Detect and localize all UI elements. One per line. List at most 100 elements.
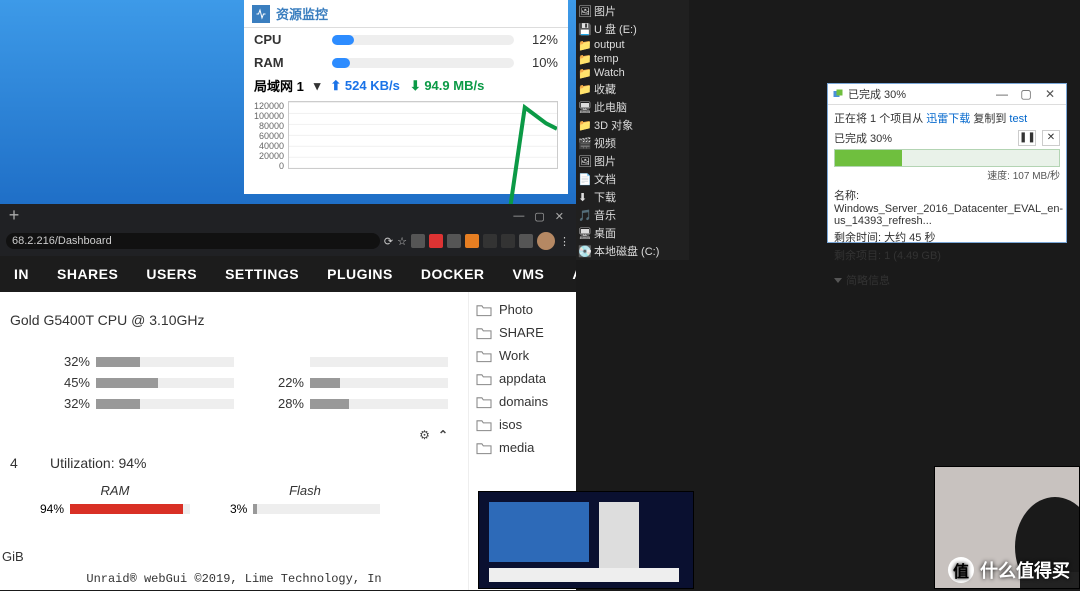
- tree-label: 图片: [594, 3, 616, 19]
- tree-item[interactable]: 🖥此电脑: [578, 98, 687, 116]
- folder-label: domains: [499, 394, 548, 409]
- tree-item[interactable]: 📁Watch: [578, 66, 687, 80]
- window-minimize-button[interactable]: —: [990, 87, 1014, 101]
- folder-label: Photo: [499, 302, 533, 317]
- core-load-bar: [310, 399, 448, 409]
- share-folder-appdata[interactable]: appdata: [475, 367, 576, 390]
- detail-toggle[interactable]: 简略信息: [834, 270, 1060, 290]
- video-pip-thumbnail: [478, 491, 694, 589]
- nav-vms[interactable]: VMS: [499, 256, 559, 292]
- explorer-nav-tree[interactable]: 🖼图片💾U 盘 (E:)📁output📁temp📁Watch📁收藏🖥此电脑📁3D…: [576, 0, 689, 260]
- menu-icon[interactable]: ⋮: [559, 235, 570, 248]
- pause-button[interactable]: ❚❚: [1018, 130, 1036, 146]
- extension-icon[interactable]: [519, 234, 533, 248]
- tree-label: 本地磁盘 (C:): [594, 243, 659, 259]
- nav-plugins[interactable]: PLUGINS: [313, 256, 407, 292]
- desk-icon: 🖥: [578, 227, 590, 239]
- ram-label: RAM: [254, 55, 332, 70]
- share-folder-media[interactable]: media: [475, 436, 576, 459]
- tree-item[interactable]: 💾U 盘 (E:): [578, 20, 687, 38]
- tree-item[interactable]: 📁3D 对象: [578, 116, 687, 134]
- extension-icon[interactable]: [429, 234, 443, 248]
- fld-icon: 📁: [578, 83, 590, 95]
- time-remaining: 剩余时间: 大约 45 秒: [834, 228, 1060, 246]
- core-load-bar: [96, 378, 234, 388]
- chevron-down-icon[interactable]: ▾: [314, 78, 321, 94]
- nav-shares[interactable]: SHARES: [43, 256, 132, 292]
- gib-label: GiB: [0, 547, 26, 566]
- tree-item[interactable]: 🖼 图片: [578, 2, 687, 20]
- extension-icon[interactable]: [447, 234, 461, 248]
- window-close-button[interactable]: ✕: [555, 210, 564, 223]
- core-load-pct: 28%: [240, 396, 304, 411]
- extension-icon[interactable]: [411, 234, 425, 248]
- pic-icon: 🖼: [578, 5, 590, 17]
- tree-item[interactable]: 🎬视频: [578, 134, 687, 152]
- tree-item[interactable]: 🖼图片: [578, 152, 687, 170]
- watermark: 值 什么值得买: [948, 557, 1070, 583]
- nav-docker[interactable]: DOCKER: [407, 256, 499, 292]
- source-folder-link[interactable]: 迅雷下载: [926, 113, 970, 125]
- nav-users[interactable]: USERS: [132, 256, 211, 292]
- tree-item[interactable]: 🎵音乐: [578, 206, 687, 224]
- nav-in[interactable]: IN: [0, 256, 43, 292]
- share-folder-domains[interactable]: domains: [475, 390, 576, 413]
- nav-settings[interactable]: SETTINGS: [211, 256, 313, 292]
- tree-label: 3D 对象: [594, 117, 633, 133]
- profile-avatar[interactable]: [537, 232, 555, 250]
- folder-label: SHARE: [499, 325, 544, 340]
- dialog-titlebar[interactable]: 已完成 30% — ▢ ✕: [828, 84, 1066, 105]
- activity-monitor-icon: [252, 5, 270, 23]
- core-load-pct: 32%: [26, 354, 90, 369]
- tree-label: output: [594, 39, 625, 51]
- cancel-button[interactable]: ✕: [1042, 130, 1060, 146]
- tree-item[interactable]: 📁收藏: [578, 80, 687, 98]
- dest-folder-link[interactable]: test: [1009, 113, 1027, 125]
- copy-progress-dialog: 已完成 30% — ▢ ✕ 正在将 1 个项目从 迅雷下载 复制到 test 已…: [827, 83, 1067, 243]
- gear-icon[interactable]: ⚙: [419, 428, 430, 442]
- tree-item[interactable]: 📁output: [578, 38, 687, 52]
- utilization-label: Utilization: 94%: [40, 451, 157, 475]
- nav-apps[interactable]: APPS: [558, 256, 576, 292]
- chart-y-axis: 120000100000800006000040000200000: [254, 101, 288, 169]
- ram-usage: RAM 94%: [40, 483, 190, 516]
- progress-bar: [834, 149, 1060, 167]
- doc-icon: 📄: [578, 173, 590, 185]
- unraid-nav: INSHARESUSERSSETTINGSPLUGINSDOCKERVMSAPP…: [0, 256, 576, 292]
- collapse-icon[interactable]: ⌃: [438, 428, 448, 442]
- extension-icon[interactable]: [465, 234, 479, 248]
- ram-pct: 94%: [40, 502, 64, 516]
- dl-icon: ⬇: [578, 191, 590, 203]
- extension-icon[interactable]: [501, 234, 515, 248]
- fld-icon: 📁: [578, 53, 590, 65]
- window-maximize-button[interactable]: ▢: [1014, 87, 1038, 101]
- share-folder-work[interactable]: Work: [475, 344, 576, 367]
- tree-item[interactable]: 💽本地磁盘 (C:): [578, 242, 687, 260]
- dialog-title: 已完成 30%: [848, 86, 990, 102]
- star-icon[interactable]: ☆: [397, 235, 407, 248]
- core-load-bar: [310, 357, 448, 367]
- address-bar[interactable]: 68.2.216/Dashboard: [6, 233, 380, 249]
- tree-item[interactable]: 🖥桌面: [578, 224, 687, 242]
- tree-item[interactable]: 📄文档: [578, 170, 687, 188]
- share-folder-isos[interactable]: isos: [475, 413, 576, 436]
- util-index: 4: [0, 451, 20, 475]
- tree-label: 图片: [594, 153, 616, 169]
- watermark-text: 什么值得买: [980, 557, 1070, 583]
- share-folder-photo[interactable]: Photo: [475, 298, 576, 321]
- share-folder-share[interactable]: SHARE: [475, 321, 576, 344]
- window-minimize-button[interactable]: —: [513, 210, 524, 223]
- window-maximize-button[interactable]: ▢: [534, 210, 544, 223]
- ram-bar: [332, 58, 514, 68]
- tree-label: 此电脑: [594, 99, 627, 115]
- items-remaining: 剩余项目: 1 (4.49 GB): [834, 246, 1060, 264]
- window-close-button[interactable]: ✕: [1038, 87, 1062, 101]
- dsm-cpu-row: CPU 12%: [244, 28, 568, 51]
- extension-icon[interactable]: [483, 234, 497, 248]
- new-tab-button[interactable]: +: [6, 208, 22, 224]
- tree-item[interactable]: 📁temp: [578, 52, 687, 66]
- core-load-bar: [96, 399, 234, 409]
- tree-item[interactable]: ⬇下载: [578, 188, 687, 206]
- progress-text: 已完成 30%: [834, 129, 1012, 147]
- reload-icon[interactable]: ⟳: [384, 235, 393, 248]
